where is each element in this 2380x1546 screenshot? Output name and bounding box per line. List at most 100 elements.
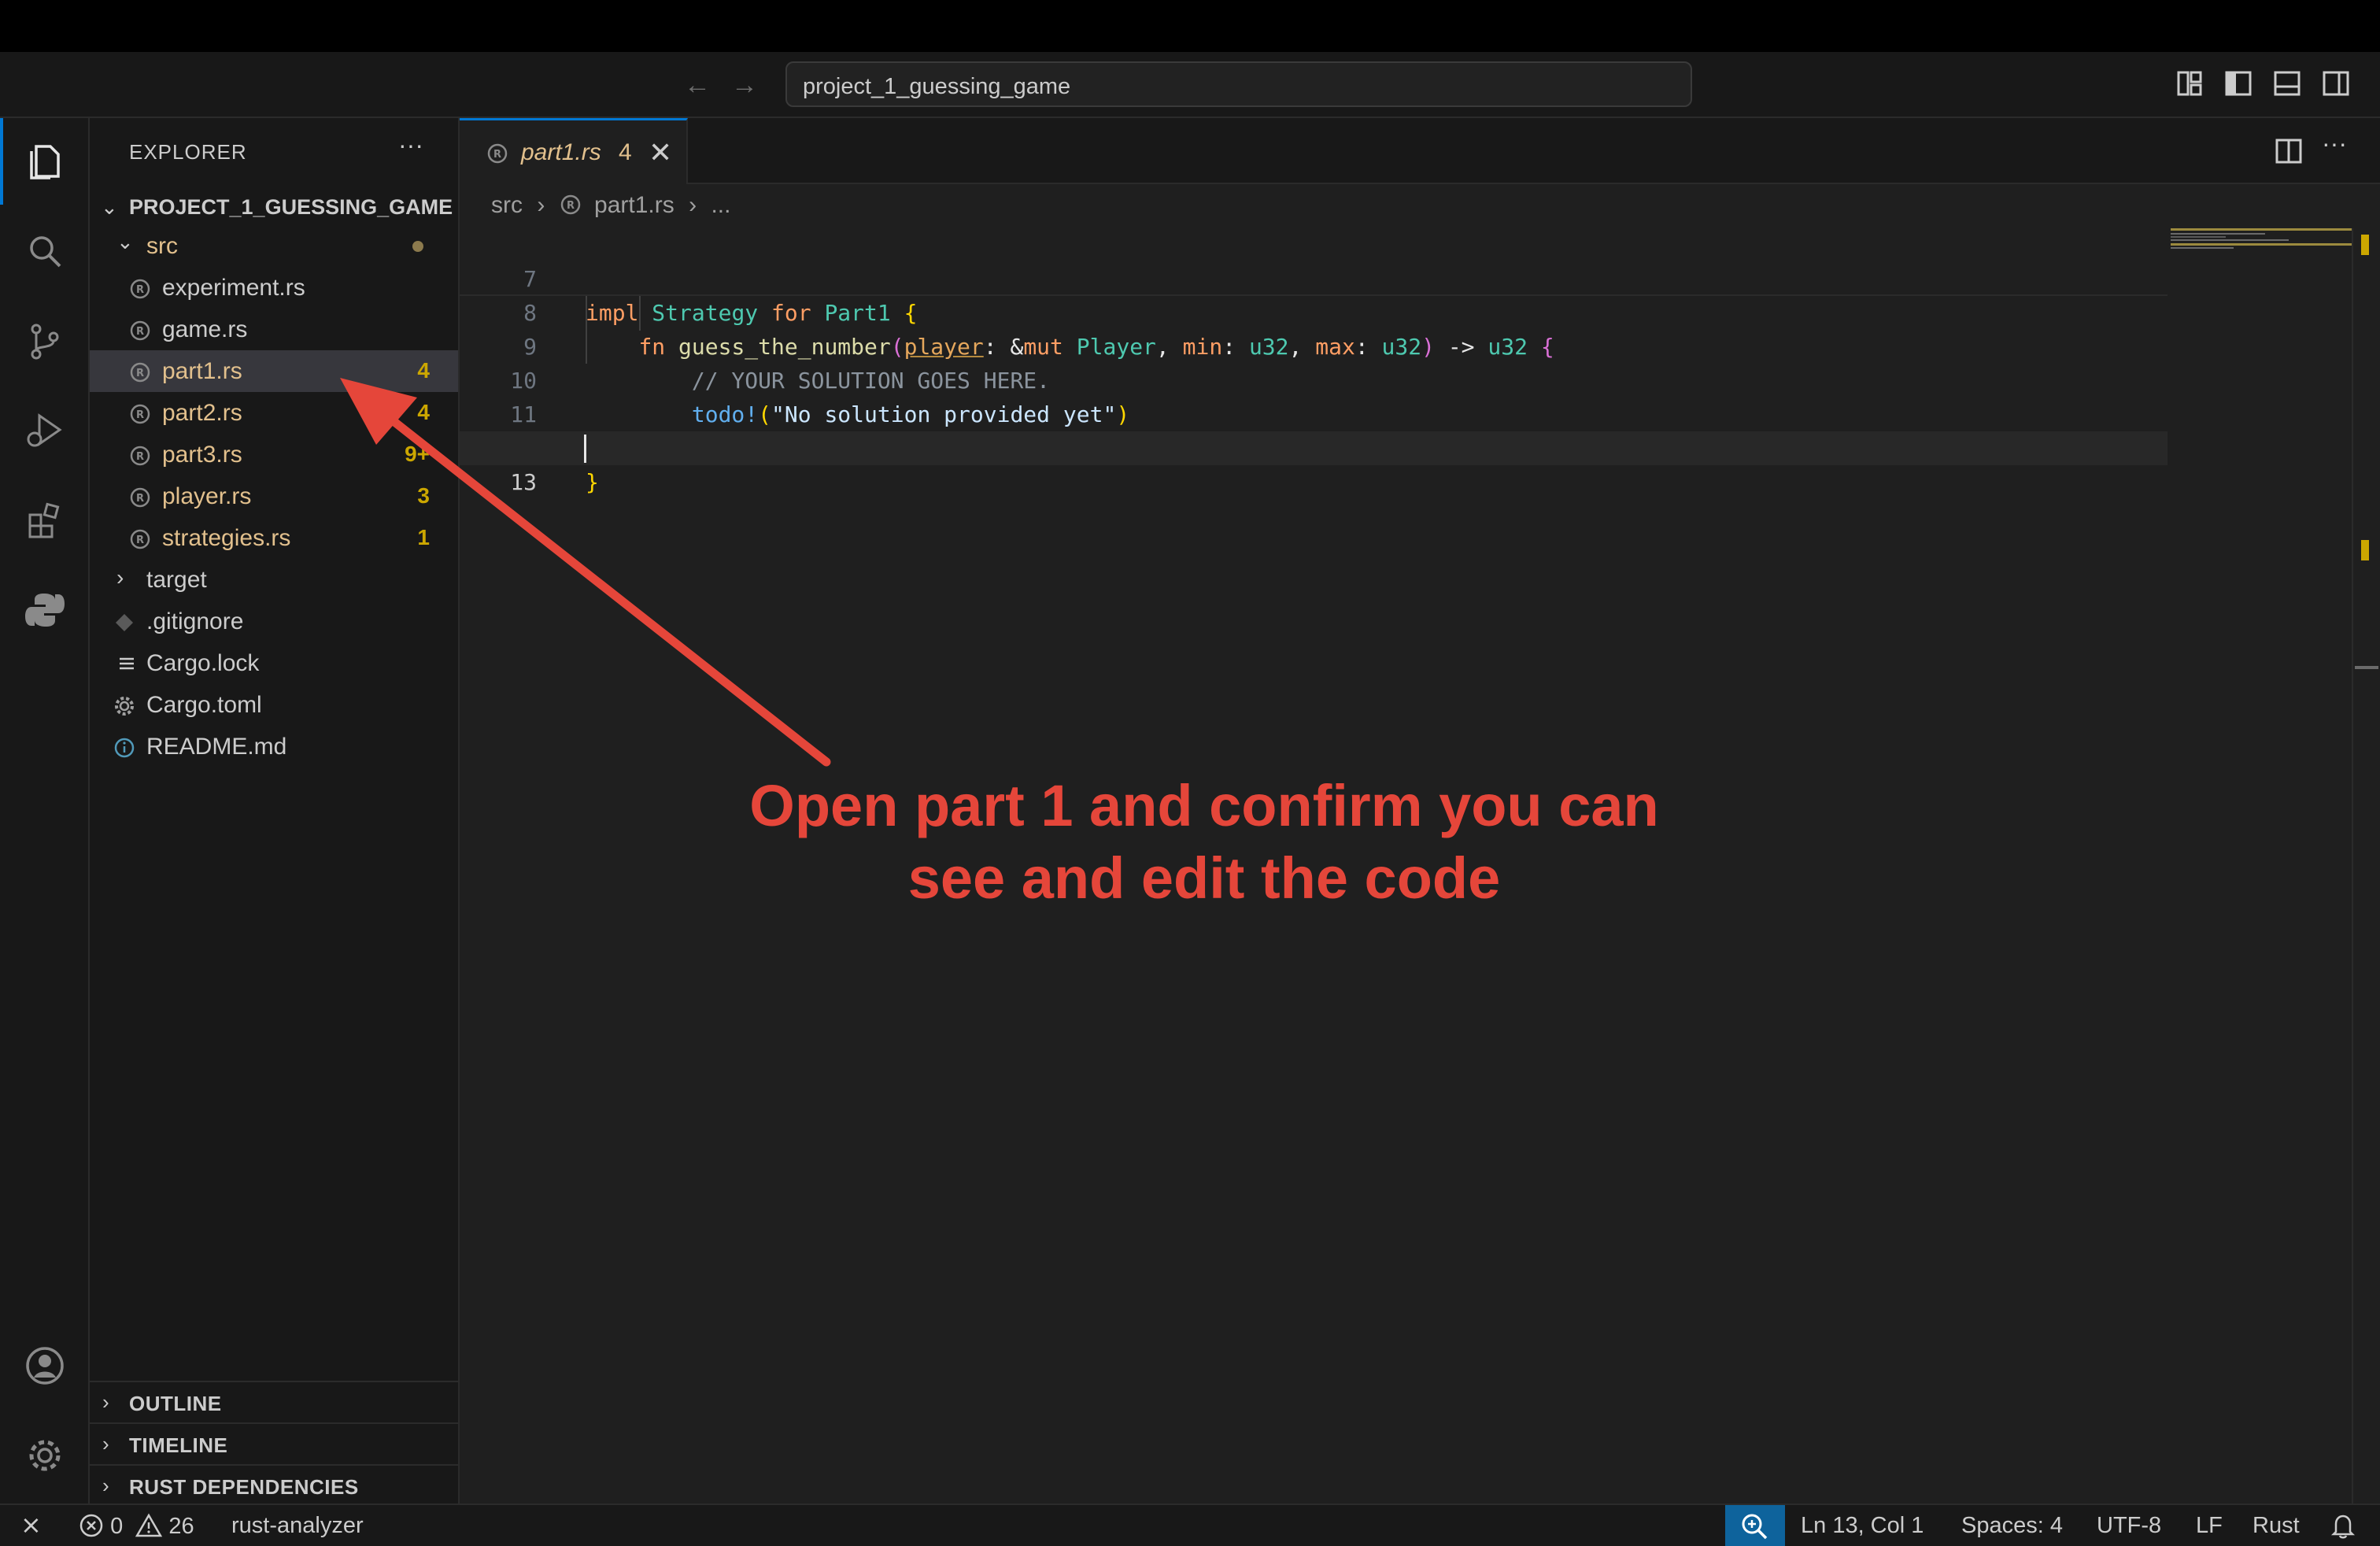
tree-file-cargo-toml[interactable]: Cargo.toml bbox=[90, 684, 458, 726]
notifications-bell-icon[interactable] bbox=[2330, 1511, 2356, 1546]
chevron-down-icon: ⌄ bbox=[101, 195, 118, 219]
more-actions-icon[interactable]: ··· bbox=[2322, 129, 2353, 161]
modified-dot-icon bbox=[412, 241, 423, 252]
extensions-icon[interactable] bbox=[0, 477, 90, 564]
file-label: part2.rs bbox=[162, 400, 242, 426]
tree-file-game[interactable]: R game.rs bbox=[90, 309, 458, 350]
rust-file-icon: R bbox=[560, 194, 580, 215]
python-icon[interactable] bbox=[0, 567, 90, 653]
git-diamond-icon bbox=[116, 614, 133, 631]
text-cursor bbox=[584, 435, 586, 463]
gear-file-icon bbox=[115, 697, 134, 716]
eol-status[interactable]: LF bbox=[2196, 1513, 2223, 1539]
breadcrumb-folder[interactable]: src bbox=[491, 192, 523, 218]
breadcrumb-file[interactable]: part1.rs bbox=[594, 192, 674, 218]
section-rust-dependencies[interactable]: › RUST DEPENDENCIES bbox=[90, 1464, 458, 1506]
rust-file-icon: R bbox=[487, 143, 508, 164]
zoom-icon[interactable] bbox=[1725, 1505, 1785, 1546]
explorer-icon[interactable] bbox=[0, 118, 90, 205]
file-label: Cargo.toml bbox=[146, 692, 262, 718]
section-outline[interactable]: › OUTLINE bbox=[90, 1381, 458, 1422]
svg-text:R: R bbox=[136, 284, 144, 296]
file-label: README.md bbox=[146, 734, 287, 760]
svg-text:R: R bbox=[136, 493, 144, 505]
tree-file-readme[interactable]: README.md bbox=[90, 726, 458, 767]
tree-file-cargo-lock[interactable]: Cargo.lock bbox=[90, 642, 458, 684]
tree-folder-src[interactable]: ⌄ src bbox=[90, 225, 458, 267]
problem-count-badge: 1 bbox=[417, 525, 430, 549]
svg-text:R: R bbox=[136, 326, 144, 338]
problem-count-badge: 4 bbox=[417, 400, 430, 424]
scrollbar-warning-marker bbox=[2361, 540, 2369, 560]
tab-problem-count: 4 bbox=[619, 139, 632, 165]
close-icon[interactable]: ✕ bbox=[649, 136, 672, 169]
section-label: OUTLINE bbox=[129, 1392, 222, 1415]
info-file-icon bbox=[114, 738, 135, 758]
explorer-more-actions-icon[interactable]: ··· bbox=[398, 131, 423, 160]
svg-text:R: R bbox=[136, 368, 144, 379]
toggle-panel-icon[interactable] bbox=[2271, 68, 2303, 99]
accounts-icon[interactable] bbox=[0, 1322, 90, 1409]
customize-layout-icon[interactable] bbox=[2174, 68, 2205, 99]
cursor-position[interactable]: Ln 13, Col 1 bbox=[1801, 1513, 1924, 1539]
command-center-label: project_1_guessing_game bbox=[803, 74, 1071, 99]
svg-text:R: R bbox=[136, 451, 144, 463]
tree-file-part1[interactable]: R part1.rs 4 bbox=[90, 350, 458, 392]
code-line: 8 fn guess_the_number(player: &mut Playe… bbox=[460, 262, 2168, 360]
svg-text:R: R bbox=[136, 534, 144, 546]
encoding-status[interactable]: UTF-8 bbox=[2097, 1513, 2161, 1539]
rust-analyzer-status[interactable]: rust-analyzer bbox=[231, 1513, 364, 1539]
source-control-icon[interactable] bbox=[0, 298, 90, 384]
settings-gear-icon[interactable] bbox=[0, 1412, 90, 1499]
tab-part1[interactable]: R part1.rs 4 ✕ bbox=[460, 118, 688, 184]
workspace-root-label: PROJECT_1_GUESSING_GAME bbox=[129, 195, 453, 219]
remote-icon[interactable]: ⨯ bbox=[20, 1510, 42, 1540]
toggle-primary-sidebar-icon[interactable] bbox=[2223, 68, 2254, 99]
workspace-root-folder[interactable]: ⌄ PROJECT_1_GUESSING_GAME bbox=[101, 190, 458, 225]
tree-file-experiment[interactable]: R experiment.rs bbox=[90, 267, 458, 309]
warning-count: 26 bbox=[168, 1514, 194, 1539]
file-label: strategies.rs bbox=[162, 525, 291, 551]
editor-scrollbar[interactable] bbox=[2352, 228, 2380, 1503]
file-label: Cargo.lock bbox=[146, 650, 260, 676]
breadcrumb-symbol[interactable]: ... bbox=[711, 192, 730, 218]
section-timeline[interactable]: › TIMELINE bbox=[90, 1422, 458, 1464]
tree-folder-target[interactable]: › target bbox=[90, 559, 458, 601]
code-line-current: 13 bbox=[460, 431, 2168, 495]
annotation-line: see and edit the code bbox=[907, 845, 1501, 911]
tab-bar: R part1.rs 4 ✕ ··· bbox=[460, 118, 2380, 184]
file-label: player.rs bbox=[162, 483, 252, 509]
back-arrow-icon[interactable]: ← bbox=[682, 69, 713, 101]
tree-file-strategies[interactable]: R strategies.rs 1 bbox=[90, 517, 458, 559]
rust-file-icon: R bbox=[130, 404, 150, 424]
code-line: 11 } bbox=[460, 364, 2168, 461]
window-top-bar bbox=[0, 0, 2380, 52]
folder-label: target bbox=[146, 567, 207, 593]
problems-status[interactable]: 0 26 bbox=[79, 1513, 194, 1540]
svg-text:R: R bbox=[493, 149, 501, 161]
command-center[interactable]: project_1_guessing_game bbox=[785, 61, 1692, 107]
tree-file-part3[interactable]: R part3.rs 9+ bbox=[90, 434, 458, 475]
rust-file-icon: R bbox=[130, 362, 150, 383]
lines-file-icon bbox=[120, 657, 134, 670]
run-and-debug-icon[interactable] bbox=[0, 387, 90, 474]
tree-file-part2[interactable]: R part2.rs 4 bbox=[90, 392, 458, 434]
file-label: .gitignore bbox=[146, 608, 244, 634]
file-label: experiment.rs bbox=[162, 275, 305, 301]
language-mode[interactable]: Rust bbox=[2252, 1513, 2300, 1539]
forward-arrow-icon[interactable]: → bbox=[729, 69, 760, 101]
minimap[interactable] bbox=[2171, 228, 2352, 276]
tree-file-player[interactable]: R player.rs 3 bbox=[90, 475, 458, 517]
tree-file-gitignore[interactable]: .gitignore bbox=[90, 601, 458, 642]
toggle-secondary-sidebar-icon[interactable] bbox=[2320, 68, 2352, 99]
error-count: 0 bbox=[110, 1514, 124, 1539]
scrollbar-cursor-marker bbox=[2355, 666, 2378, 669]
problem-count-badge: 3 bbox=[417, 483, 430, 508]
rust-file-icon: R bbox=[130, 487, 150, 508]
indentation-status[interactable]: Spaces: 4 bbox=[1961, 1513, 2063, 1539]
rust-file-icon: R bbox=[130, 446, 150, 466]
search-icon[interactable] bbox=[0, 208, 90, 294]
file-label: part3.rs bbox=[162, 442, 242, 468]
split-editor-icon[interactable] bbox=[2273, 135, 2304, 167]
svg-text:R: R bbox=[136, 409, 144, 421]
